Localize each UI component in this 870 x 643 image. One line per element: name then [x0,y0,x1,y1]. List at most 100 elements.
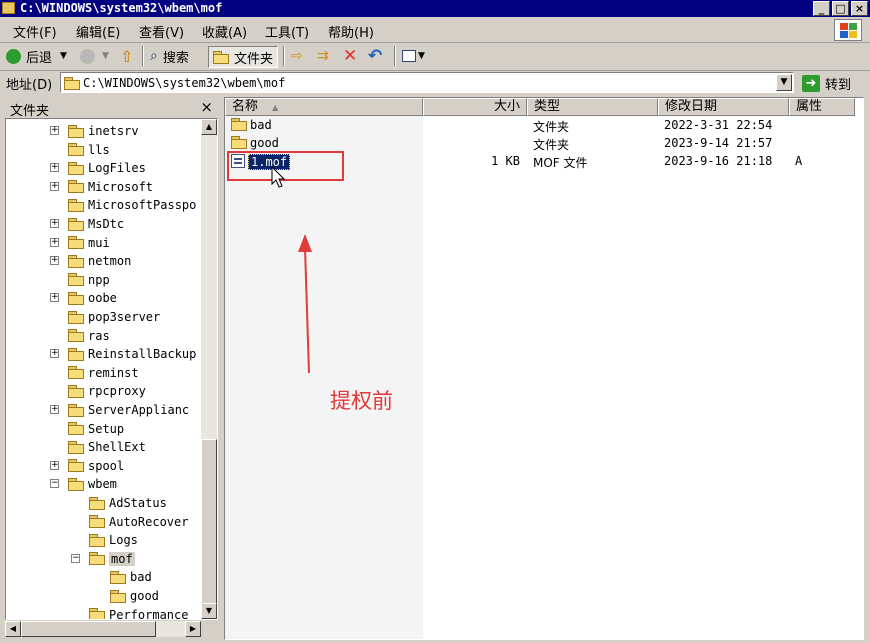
tree-item[interactable]: pop3server [68,308,160,326]
tree-item-label: rpcproxy [88,384,146,399]
move-to-button[interactable]: ⇨ [291,46,303,66]
column-attributes[interactable]: 属性 [789,98,855,116]
column-name[interactable]: 名称 ▲ [225,98,423,116]
folder-icon [89,533,105,547]
tree-item-label: Performance [109,607,189,620]
column-size[interactable]: 大小 [423,98,527,116]
menu-favorites[interactable]: 收藏(A) [202,22,247,41]
scroll-left-button[interactable]: ◀ [5,621,21,637]
tree-item[interactable]: Setup [68,420,124,438]
scroll-up-button[interactable]: ▲ [201,119,217,135]
tree-item[interactable]: mof [89,550,135,568]
expand-toggle[interactable]: + [50,460,59,470]
tree-item-label: pop3server [88,310,161,324]
menu-help[interactable]: 帮助(H) [328,22,374,41]
tree-item[interactable]: reminst [68,364,139,382]
expand-toggle[interactable]: + [50,256,59,266]
menu-file[interactable]: 文件(F) [13,22,57,41]
folder-icon [68,366,84,380]
tree-item[interactable]: LogFiles [68,159,146,177]
go-arrow-icon: ➜ [802,74,820,92]
tree-item[interactable]: good [110,587,159,605]
minimize-button[interactable]: _ [813,1,830,16]
folder-icon [89,552,105,566]
up-button[interactable]: ⇧ [120,46,133,66]
tree-item[interactable]: ShellExt [68,438,146,456]
expand-toggle[interactable]: + [50,237,59,247]
tree-item[interactable]: oobe [68,289,117,307]
close-button[interactable]: × [851,1,868,16]
scroll-right-button[interactable]: ▶ [185,621,201,637]
expand-toggle[interactable]: + [50,219,59,228]
search-button[interactable]: ⌕ 搜索 [150,46,189,66]
file-type: 文件夹 [533,138,570,152]
divider [142,46,144,66]
expand-toggle[interactable]: + [50,181,59,191]
undo-button[interactable]: ↶ [368,46,382,66]
tree-item[interactable]: npp [68,271,110,289]
expand-toggle[interactable]: − [71,553,80,563]
tree-item[interactable]: Logs [89,531,138,549]
expand-toggle[interactable]: + [50,163,59,173]
folders-button[interactable]: 文件夹 [208,46,279,68]
column-type[interactable]: 类型 [527,98,658,116]
tree-item-label: lls [88,142,110,157]
tree-item[interactable]: AdStatus [89,494,167,512]
mouse-cursor-icon [271,166,286,188]
tree-item[interactable]: AutoRecover [89,513,188,531]
forward-button[interactable]: ▼ [80,46,109,66]
file-row[interactable]: bad 文件夹 2022-3-31 22:54 [225,117,863,135]
folder-pane-title: 文件夹 [10,104,50,119]
horizontal-scrollbar[interactable]: ◀ ▶ [5,621,201,637]
tree-item[interactable]: netmon [68,252,131,270]
scroll-thumb[interactable] [21,621,156,637]
address-dropdown-button[interactable]: ▼ [776,74,792,91]
tree-item[interactable]: inetsrv [68,122,139,140]
maximize-button[interactable]: □ [832,1,849,16]
delete-button[interactable]: ✕ [343,46,357,66]
folder-icon [68,236,84,250]
tree-item[interactable]: wbem [68,475,117,493]
folder-tree: ▲ ▼ + inetsrv lls + LogFiles + Microsoft Micros… [5,118,218,620]
expand-toggle[interactable]: + [50,126,59,135]
back-button[interactable]: 后退 ▼ [6,46,67,66]
scroll-thumb[interactable] [201,439,217,605]
vertical-scrollbar[interactable]: ▲ ▼ [201,119,217,619]
menu-view[interactable]: 查看(V) [139,22,184,41]
tree-item[interactable]: mui [68,234,110,252]
tree-item[interactable]: Microsoft [68,178,153,196]
expand-toggle[interactable]: − [50,479,59,489]
menu-bar: 文件(F) 编辑(E) 查看(V) 收藏(A) 工具(T) 帮助(H) [0,18,870,43]
folder-icon [68,403,84,417]
tree-item-label: Microsoft [88,179,154,194]
divider [283,46,285,66]
tree-item[interactable]: MsDtc [68,215,124,233]
folder-icon [68,477,84,491]
tree-item[interactable]: MicrosoftPasspo [68,196,196,214]
views-button[interactable]: ▼ [402,46,425,66]
column-modified[interactable]: 修改日期 [658,98,789,116]
folder-pane-close-button[interactable]: × [200,98,213,116]
folder-icon [68,422,84,436]
tree-item[interactable]: ras [68,327,110,345]
tree-item[interactable]: Performance [89,606,189,620]
menu-tools[interactable]: 工具(T) [265,22,309,41]
search-icon: ⌕ [150,48,158,64]
go-button[interactable]: ➜ 转到 [802,73,851,93]
address-input[interactable]: C:\WINDOWS\system32\wbem\mof ▼ [60,72,794,93]
expand-toggle[interactable]: + [50,349,59,359]
tree-item[interactable]: ServerApplianc [68,401,189,419]
folder-icon [213,50,229,64]
expand-toggle[interactable]: + [50,405,59,414]
expand-toggle[interactable]: + [50,293,59,303]
tree-item[interactable]: rpcproxy [68,382,146,400]
folder-icon [68,273,84,287]
menu-edit[interactable]: 编辑(E) [76,22,120,41]
tree-item[interactable]: spool [68,457,124,475]
tree-item[interactable]: ReinstallBackup [68,345,196,363]
tree-item[interactable]: bad [110,568,152,586]
scroll-down-button[interactable]: ▼ [201,603,217,619]
tree-item[interactable]: lls [68,141,110,159]
copy-to-button[interactable]: ⇉ [317,46,329,66]
folder-icon [231,136,247,149]
